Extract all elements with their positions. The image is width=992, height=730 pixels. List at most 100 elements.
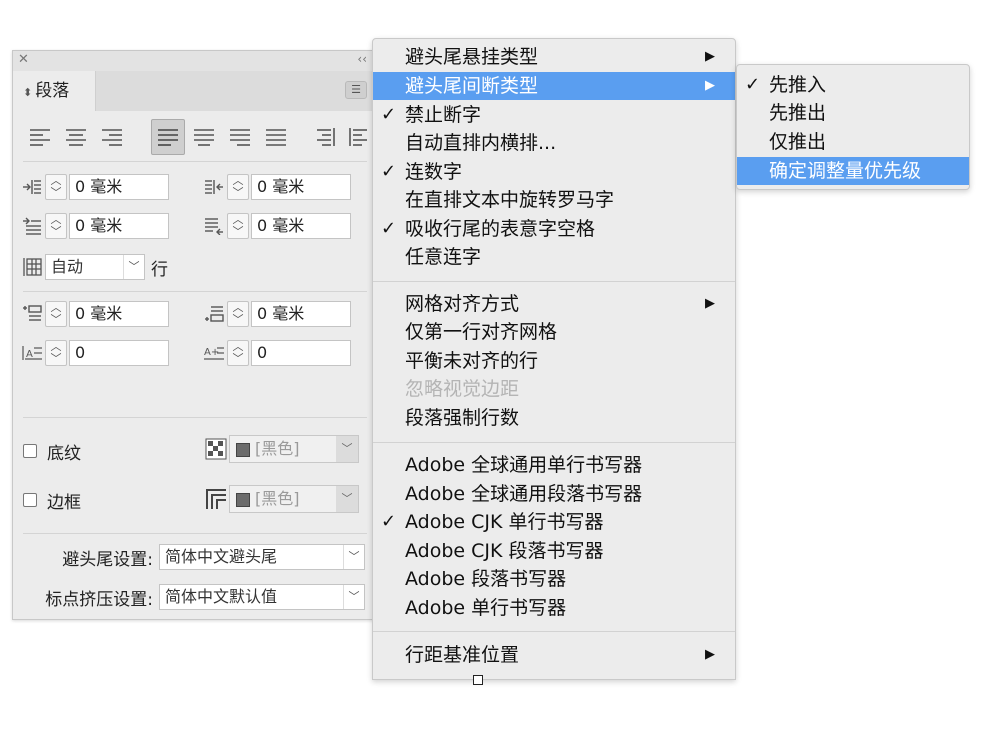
align-center-icon [66, 129, 86, 146]
menu-item-kinsoku-break-type[interactable]: 避头尾间断类型 ▶ [373, 72, 735, 100]
first-line-indent-stepper[interactable]: ︿ ﹀ [45, 213, 67, 239]
drop-cap-chars-row: A+ ︿ ﹀ 0 [201, 339, 351, 367]
checkmark-icon: ✓ [381, 511, 397, 532]
menu-item-kinsoku-hang-type[interactable]: 避头尾悬挂类型 ▶ [373, 43, 735, 71]
drop-cap-chars-input[interactable]: 0 [251, 340, 351, 366]
grid-unit-label: 行 [151, 259, 168, 280]
menu-item-paragraph-composer[interactable]: Adobe 段落书写器 [373, 565, 735, 593]
last-line-indent-input[interactable]: 0 毫米 [251, 213, 351, 239]
resize-handle[interactable] [473, 675, 483, 685]
submenu-item-push-out-only[interactable]: 仅推出 [737, 128, 969, 156]
last-line-indent-row: ︿ ﹀ 0 毫米 [201, 212, 351, 240]
kinsoku-value: 简体中文避头尾 [165, 547, 278, 566]
justify-last-left-button[interactable] [151, 119, 185, 155]
last-line-indent-icon [201, 214, 227, 238]
shading-color-value: [黑色] [255, 439, 300, 458]
mojikumi-label: 标点挤压设置: [45, 590, 153, 610]
menu-item-global-single-line[interactable]: Adobe 全球通用单行书写器 [373, 451, 735, 479]
last-line-indent-stepper[interactable]: ︿ ﹀ [227, 213, 249, 239]
menu-divider [373, 281, 735, 282]
left-indent-icon [19, 175, 45, 199]
divider [23, 417, 367, 418]
grid-select-value: 自动 [51, 257, 84, 276]
svg-text:A: A [26, 349, 33, 360]
menu-item-leading-baseline[interactable]: 行距基准位置 ▶ [373, 641, 735, 669]
menu-item-first-line-grid[interactable]: 仅第一行对齐网格 [373, 318, 735, 346]
space-before-icon [19, 302, 45, 326]
submenu-arrow-icon: ▶ [705, 647, 715, 662]
chevron-down-icon: ﹀ [336, 436, 358, 462]
justify-last-center-button[interactable] [187, 119, 221, 155]
close-icon[interactable]: ✕ [18, 52, 29, 67]
submenu-item-prioritize-adjustment[interactable]: 确定调整量优先级 [737, 157, 969, 185]
first-line-indent-row: ︿ ﹀ 0 毫米 [19, 212, 169, 240]
space-before-input[interactable]: 0 毫米 [69, 301, 169, 327]
panel-menu-button[interactable]: ☰ [345, 81, 367, 99]
menu-item-cjk-paragraph[interactable]: Adobe CJK 段落书写器 [373, 537, 735, 565]
shading-color-select[interactable]: [黑色] ﹀ [229, 435, 359, 463]
kinsoku-break-submenu: ✓ 先推入 先推出 仅推出 确定调整量优先级 [736, 64, 970, 190]
shading-checkbox[interactable] [23, 444, 37, 458]
right-indent-row: ︿ ﹀ 0 毫米 [201, 173, 351, 201]
align-toward-spine-icon [317, 128, 335, 146]
kinsoku-label: 避头尾设置: [62, 550, 153, 570]
kinsoku-select[interactable]: 简体中文避头尾 ﹀ [159, 544, 365, 570]
drop-cap-lines-input[interactable]: 0 [69, 340, 169, 366]
border-swatch [236, 492, 250, 507]
grid-select[interactable]: 自动 ﹀ [45, 254, 145, 280]
menu-item-tate-chu-yoko[interactable]: 自动直排内横排... [373, 129, 735, 157]
menu-item-cjk-single-line[interactable]: ✓ Adobe CJK 单行书写器 [373, 508, 735, 536]
align-left-button[interactable] [23, 119, 57, 155]
menu-divider [373, 631, 735, 632]
menu-item-global-paragraph[interactable]: Adobe 全球通用段落书写器 [373, 480, 735, 508]
align-right-icon [102, 129, 122, 146]
border-color-select[interactable]: [黑色] ﹀ [229, 485, 359, 513]
collapse-icon[interactable]: ‹‹ [357, 52, 367, 66]
left-indent-row: ︿ ﹀ 0 毫米 [19, 173, 169, 201]
menu-item-renumber[interactable]: ✓ 连数字 [373, 158, 735, 186]
align-right-button[interactable] [95, 119, 129, 155]
submenu-item-push-in-first[interactable]: ✓ 先推入 [737, 71, 969, 99]
drop-cap-chars-stepper[interactable]: ︿ ﹀ [227, 340, 249, 366]
justify-last-right-button[interactable] [223, 119, 257, 155]
menu-item-ligatures[interactable]: 任意连字 [373, 243, 735, 271]
space-after-row: ︿ ﹀ 0 毫米 [201, 300, 351, 328]
left-indent-stepper[interactable]: ︿ ﹀ [45, 174, 67, 200]
menu-item-ignore-optical-margin: 忽略视觉边距 [405, 378, 520, 400]
space-before-stepper[interactable]: ︿ ﹀ [45, 301, 67, 327]
divider [23, 533, 367, 534]
tab-paragraph[interactable]: ⬍ 段落 [13, 71, 96, 111]
border-icon [203, 487, 229, 511]
shading-row: 底纹 [23, 437, 81, 465]
divider [23, 161, 367, 162]
border-checkbox[interactable] [23, 493, 37, 507]
drop-cap-lines-stepper[interactable]: ︿ ﹀ [45, 340, 67, 366]
mojikumi-value: 简体中文默认值 [165, 587, 278, 606]
space-after-stepper[interactable]: ︿ ﹀ [227, 301, 249, 327]
menu-item-single-line-composer[interactable]: Adobe 单行书写器 [373, 594, 735, 622]
align-center-button[interactable] [59, 119, 93, 155]
justify-all-button[interactable] [259, 119, 293, 155]
justify-right-icon [230, 129, 250, 146]
align-toward-spine-button[interactable] [307, 119, 341, 155]
right-indent-stepper[interactable]: ︿ ﹀ [227, 174, 249, 200]
menu-item-absorb-space[interactable]: ✓ 吸收行尾的表意字空格 [373, 215, 735, 243]
submenu-item-push-out-first[interactable]: 先推出 [737, 99, 969, 127]
space-after-input[interactable]: 0 毫米 [251, 301, 351, 327]
menu-item-grid-alignment[interactable]: 网格对齐方式 ▶ [373, 290, 735, 318]
drop-cap-chars-icon: A+ [201, 341, 227, 365]
menu-item-rotate-roman[interactable]: 在直排文本中旋转罗马字 [373, 186, 735, 214]
tab-label: 段落 [35, 81, 70, 101]
mojikumi-select[interactable]: 简体中文默认值 ﹀ [159, 584, 365, 610]
submenu-arrow-icon: ▶ [705, 78, 715, 93]
first-line-indent-input[interactable]: 0 毫米 [69, 213, 169, 239]
left-indent-input[interactable]: 0 毫米 [69, 174, 169, 200]
checkmark-icon: ✓ [381, 161, 397, 182]
grid-row: 自动 ﹀ 行 [19, 253, 168, 281]
border-color-value: [黑色] [255, 489, 300, 508]
menu-item-no-break[interactable]: ✓ 禁止断字 [373, 101, 735, 129]
menu-item-balance-ragged[interactable]: 平衡未对齐的行 [373, 347, 735, 375]
grid-icon [19, 255, 45, 279]
right-indent-input[interactable]: 0 毫米 [251, 174, 351, 200]
menu-item-force-line-count[interactable]: 段落强制行数 [373, 404, 735, 432]
